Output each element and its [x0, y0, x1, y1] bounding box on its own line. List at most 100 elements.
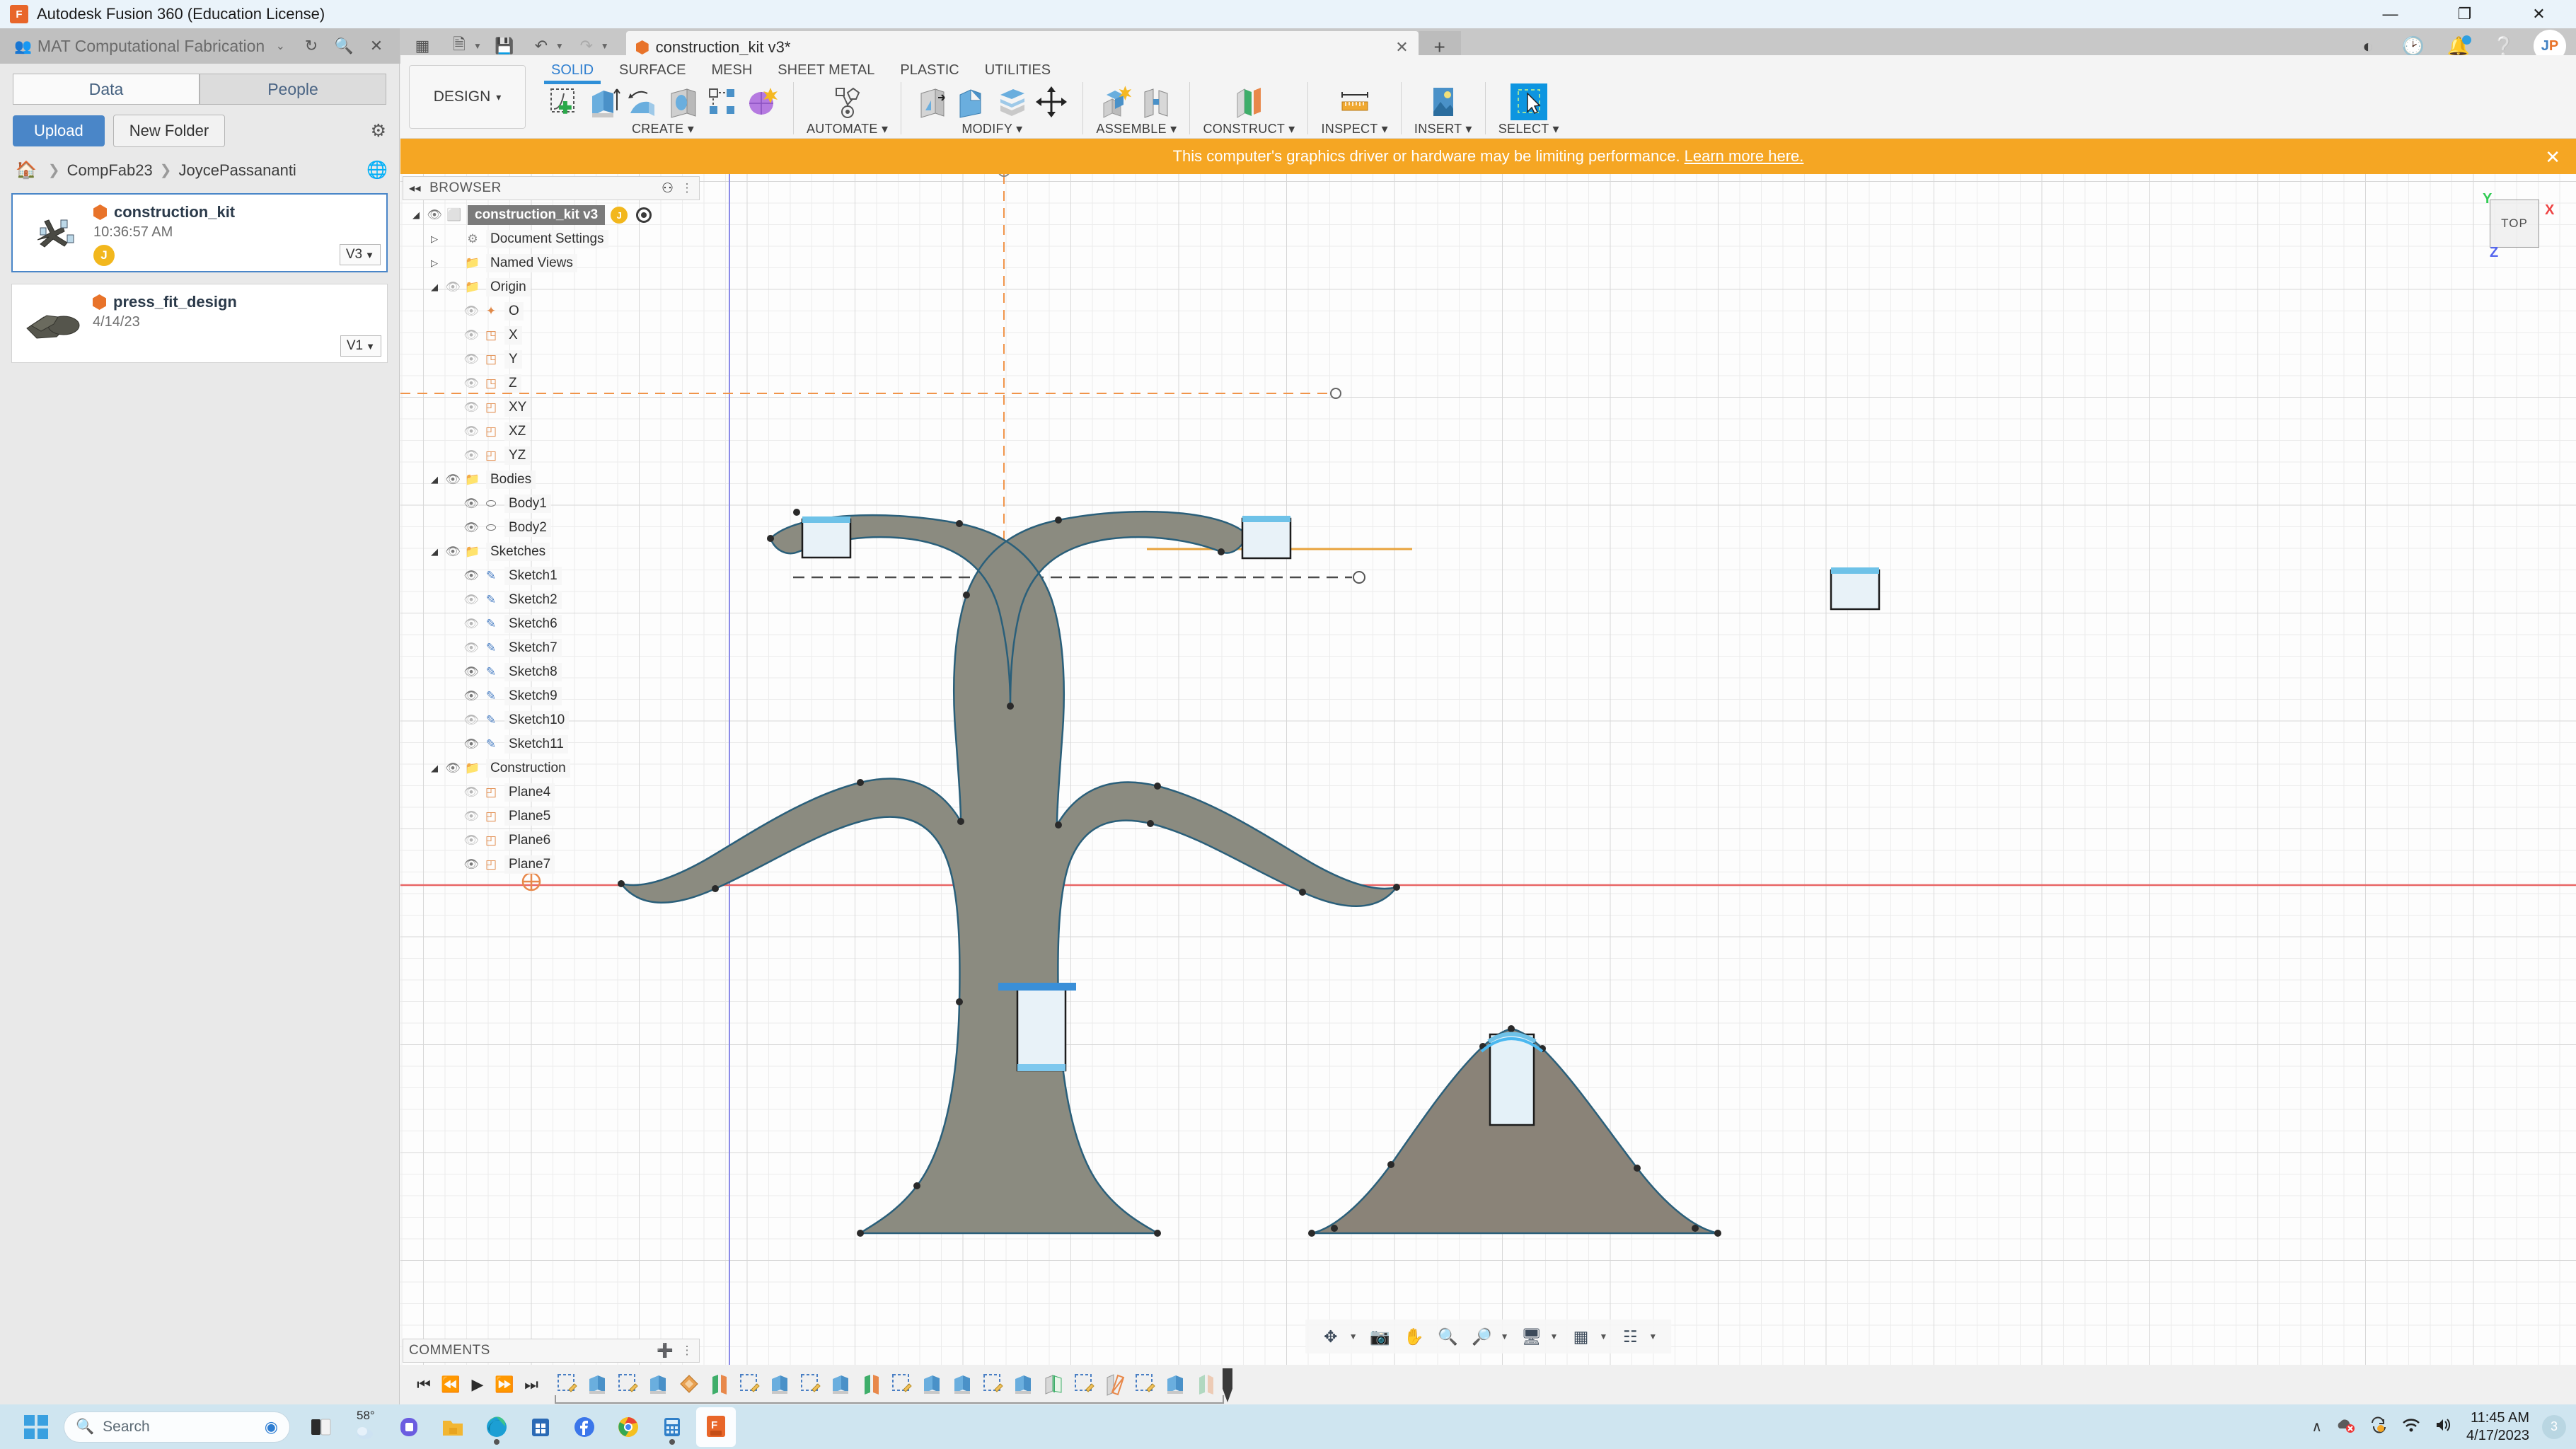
- tab-close-icon[interactable]: ✕: [1374, 38, 1408, 57]
- pattern-icon[interactable]: [704, 83, 741, 120]
- offset-plane-icon[interactable]: [1230, 83, 1267, 120]
- chevron-down-icon[interactable]: ⌄: [276, 39, 285, 53]
- eye-visible-icon[interactable]: 👁: [461, 689, 482, 703]
- timeline-feature-extrude-icon[interactable]: [585, 1371, 612, 1398]
- timeline-feature-extrude-icon[interactable]: [920, 1371, 947, 1398]
- eye-visible-icon[interactable]: 👁: [442, 545, 463, 559]
- insert-image-icon[interactable]: [1425, 83, 1462, 120]
- eye-visible-icon[interactable]: 👁: [442, 761, 463, 775]
- chevron-down-icon[interactable]: ▼: [1349, 1332, 1358, 1341]
- timeline-feature-extrude-icon[interactable]: [1011, 1371, 1038, 1398]
- tree-item-z[interactable]: 👁 ◳ Z: [403, 371, 700, 396]
- timeline-feature-sketch-icon[interactable]: [1072, 1371, 1099, 1398]
- show-hidden-icons-chevron[interactable]: ∧: [2311, 1418, 2322, 1436]
- list-item[interactable]: press_fit_design 4/14/23 V1 ▼: [11, 284, 388, 363]
- group-label-automate[interactable]: AUTOMATE ▾: [807, 122, 888, 137]
- extrude-icon[interactable]: [585, 83, 622, 120]
- tree-item-sketch8[interactable]: 👁 ✎ Sketch8: [403, 660, 700, 684]
- zoom-window-icon[interactable]: 🔎: [1467, 1321, 1498, 1352]
- skip-end-icon[interactable]: ⏭: [518, 1370, 545, 1399]
- minimize-button[interactable]: —: [2353, 0, 2427, 28]
- search-icon[interactable]: 🔍: [328, 28, 360, 64]
- resize-grip-icon[interactable]: ⋮: [681, 181, 694, 195]
- tree-item-body2[interactable]: 👁 ⬭ Body2: [403, 516, 700, 540]
- tree-item-sketch11[interactable]: 👁 ✎ Sketch11: [403, 732, 700, 756]
- close-button[interactable]: ✕: [2502, 0, 2576, 28]
- tab-utilities[interactable]: UTILITIES: [972, 59, 1063, 83]
- timeline-feature-sketch-icon[interactable]: [555, 1371, 582, 1398]
- eye-hidden-icon[interactable]: 👁: [461, 425, 482, 439]
- group-label-create[interactable]: CREATE ▾: [632, 122, 694, 137]
- edge-icon[interactable]: [477, 1407, 516, 1447]
- timeline-feature-split-icon[interactable]: [1041, 1371, 1068, 1398]
- eye-hidden-icon[interactable]: 👁: [461, 328, 482, 342]
- chevron-down-icon[interactable]: ▼: [473, 41, 482, 51]
- timeline-feature-sketch-icon[interactable]: [798, 1371, 825, 1398]
- chevron-down-icon[interactable]: ▼: [1550, 1332, 1559, 1341]
- measure-icon[interactable]: [1336, 83, 1373, 120]
- onedrive-error-icon[interactable]: [2335, 1416, 2356, 1438]
- tree-item-x[interactable]: 👁 ◳ X: [403, 323, 700, 347]
- tree-item-sketch7[interactable]: 👁 ✎ Sketch7: [403, 636, 700, 660]
- automate-generative-icon[interactable]: [829, 83, 866, 120]
- tree-item-body1[interactable]: 👁 ⬭ Body1: [403, 492, 700, 516]
- teams-icon[interactable]: [389, 1407, 429, 1447]
- revolve-icon[interactable]: [625, 83, 662, 120]
- eye-visible-icon[interactable]: 👁: [461, 497, 482, 511]
- copilot-icon[interactable]: ◉: [265, 1418, 278, 1436]
- eye-hidden-icon[interactable]: 👁: [461, 400, 482, 415]
- tab-mesh[interactable]: MESH: [699, 59, 766, 83]
- view-cube[interactable]: TOP X Y Z: [2477, 187, 2562, 265]
- eye-hidden-icon[interactable]: 👁: [461, 641, 482, 655]
- orbit-icon[interactable]: ✥: [1315, 1321, 1346, 1352]
- step-forward-icon[interactable]: ⏩: [491, 1370, 518, 1399]
- expand-arrow-icon[interactable]: ◢: [427, 546, 442, 558]
- minus-circle-icon[interactable]: ⚇: [662, 180, 674, 197]
- create-sketch-icon[interactable]: [545, 83, 582, 120]
- eye-hidden-icon[interactable]: 👁: [461, 713, 482, 727]
- facebook-icon[interactable]: [565, 1407, 604, 1447]
- expand-arrow-icon[interactable]: ◢: [408, 209, 424, 221]
- tab-data[interactable]: Data: [13, 74, 200, 105]
- viewports-icon[interactable]: ☷: [1615, 1321, 1646, 1352]
- chevron-down-icon[interactable]: ▼: [1599, 1332, 1607, 1341]
- chevron-down-icon[interactable]: ▼: [601, 41, 609, 51]
- tree-item-sketch2[interactable]: 👁 ✎ Sketch2: [403, 588, 700, 612]
- new-folder-button[interactable]: New Folder: [112, 115, 226, 147]
- version-badge[interactable]: V3 ▼: [339, 244, 381, 265]
- timeline-feature-sketch-icon[interactable]: [737, 1371, 764, 1398]
- group-label-select[interactable]: SELECT ▾: [1498, 122, 1559, 137]
- tree-item-sketch9[interactable]: 👁 ✎ Sketch9: [403, 684, 700, 708]
- tree-item-xz[interactable]: 👁 ◰ XZ: [403, 420, 700, 444]
- fusion360-icon[interactable]: F: [696, 1407, 736, 1447]
- form-icon[interactable]: [744, 83, 780, 120]
- tree-item-y[interactable]: 👁 ◳ Y: [403, 347, 700, 371]
- team-selector[interactable]: 👥 MAT Computational Fabrication ⌄ ↻ 🔍 ✕: [0, 28, 400, 64]
- eye-visible-icon[interactable]: 👁: [461, 737, 482, 751]
- tab-surface[interactable]: SURFACE: [606, 59, 698, 83]
- tab-plastic[interactable]: PLASTIC: [887, 59, 971, 83]
- expand-arrow-icon[interactable]: ◢: [427, 474, 442, 485]
- timeline-feature-extrude-icon[interactable]: [828, 1371, 855, 1398]
- view-cube-face[interactable]: TOP: [2490, 200, 2539, 248]
- group-label-insert[interactable]: INSERT ▾: [1414, 122, 1472, 137]
- eye-hidden-icon[interactable]: 👁: [461, 593, 482, 607]
- activate-component-icon[interactable]: [636, 207, 652, 223]
- grid-snap-icon[interactable]: ▦: [1565, 1321, 1596, 1352]
- breadcrumb-item-folder[interactable]: JoycePassananti: [179, 161, 296, 180]
- home-icon[interactable]: 🏠: [16, 160, 37, 180]
- eye-visible-icon[interactable]: 👁: [461, 665, 482, 679]
- expand-arrow-icon[interactable]: ▷: [427, 233, 442, 245]
- tree-item-xy[interactable]: 👁 ◰ XY: [403, 396, 700, 420]
- clock[interactable]: 11:45 AM 4/17/2023: [2466, 1409, 2529, 1445]
- eye-hidden-icon[interactable]: 👁: [461, 449, 482, 463]
- eye-hidden-icon[interactable]: 👁: [461, 785, 482, 799]
- refresh-icon[interactable]: ↻: [295, 28, 328, 64]
- eye-hidden-icon[interactable]: 👁: [461, 304, 482, 318]
- display-settings-icon[interactable]: 🖥: [1516, 1321, 1547, 1352]
- task-view-icon[interactable]: [301, 1407, 341, 1447]
- tree-item-sketch1[interactable]: 👁 ✎ Sketch1: [403, 564, 700, 588]
- eye-hidden-icon[interactable]: 👁: [461, 617, 482, 631]
- banner-close-icon[interactable]: ✕: [2545, 146, 2560, 168]
- collapse-left-icon[interactable]: ◂◂: [409, 181, 421, 195]
